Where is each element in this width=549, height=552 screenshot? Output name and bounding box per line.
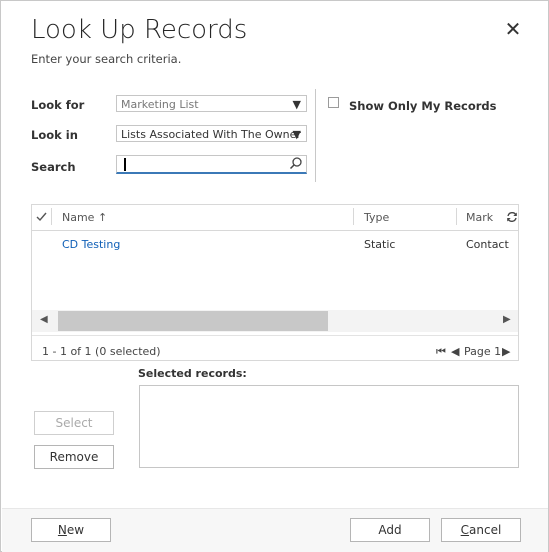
- new-button[interactable]: New: [31, 518, 111, 542]
- next-page-icon[interactable]: ▶: [502, 345, 510, 358]
- dialog-subtitle: Enter your search criteria.: [31, 52, 182, 66]
- column-divider: [456, 208, 457, 225]
- close-icon[interactable]: ✕: [503, 19, 523, 39]
- look-for-label: Look for: [31, 98, 85, 112]
- refresh-icon[interactable]: [506, 211, 518, 223]
- cancel-button-accesskey: C: [460, 523, 470, 537]
- column-divider: [51, 208, 52, 225]
- search-input[interactable]: [116, 155, 307, 174]
- scrollbar-thumb[interactable]: [58, 311, 328, 331]
- look-in-select[interactable]: Lists Associated With The Owner ▼: [116, 125, 307, 142]
- grid-footer: 1 - 1 of 1 (0 selected) ⏮ ◀ Page 1 ▶: [32, 335, 518, 361]
- sort-ascending-icon: ↑: [97, 211, 108, 224]
- cancel-button-label: ancel: [469, 523, 502, 537]
- search-label: Search: [31, 160, 76, 174]
- dialog-footer: New Add Cancel: [2, 508, 548, 552]
- page-indicator: Page 1: [464, 345, 502, 358]
- look-in-value: Lists Associated With The Owner: [121, 128, 301, 141]
- dropdown-arrow-icon: ▼: [292, 98, 301, 111]
- column-header-name-label: Name: [62, 211, 95, 224]
- cancel-button[interactable]: Cancel: [441, 518, 521, 542]
- remove-button[interactable]: Remove: [34, 445, 114, 469]
- row-mark: Contact: [466, 238, 509, 251]
- dropdown-arrow-icon: ▼: [292, 128, 301, 141]
- horizontal-scrollbar[interactable]: ◀ ▶: [32, 310, 518, 332]
- look-in-label: Look in: [31, 128, 78, 142]
- magnifier-icon[interactable]: [289, 156, 303, 172]
- checkmark-icon[interactable]: [36, 211, 47, 222]
- text-caret: [124, 158, 126, 171]
- grid-header: Name ↑ Type Mark: [32, 205, 518, 231]
- previous-page-icon[interactable]: ◀: [451, 345, 459, 358]
- show-only-my-records-checkbox[interactable]: [328, 97, 339, 108]
- column-header-name[interactable]: Name ↑: [62, 211, 107, 224]
- look-for-value: Marketing List: [121, 98, 199, 111]
- column-divider: [353, 208, 354, 225]
- scroll-right-icon[interactable]: ▶: [503, 314, 511, 325]
- select-button[interactable]: Select: [34, 411, 114, 435]
- selected-records-label: Selected records:: [138, 367, 247, 380]
- column-header-type[interactable]: Type: [364, 211, 389, 224]
- row-name-link[interactable]: CD Testing: [62, 238, 120, 251]
- row-type: Static: [364, 238, 396, 251]
- lookup-dialog: Look Up Records Enter your search criter…: [0, 0, 549, 552]
- new-button-label: ew: [66, 523, 85, 537]
- show-only-my-records-label: Show Only My Records: [349, 99, 497, 113]
- form-divider: [315, 89, 316, 182]
- add-button[interactable]: Add: [350, 518, 430, 542]
- record-count: 1 - 1 of 1 (0 selected): [42, 345, 161, 358]
- column-header-mark[interactable]: Mark: [466, 211, 493, 224]
- look-for-select[interactable]: Marketing List ▼: [116, 95, 307, 112]
- new-button-accesskey: N: [57, 523, 67, 537]
- results-grid: Name ↑ Type Mark CD Testing Static Conta…: [31, 204, 519, 361]
- dialog-title: Look Up Records: [31, 15, 248, 45]
- scroll-left-icon[interactable]: ◀: [40, 314, 48, 325]
- selected-records-list[interactable]: [139, 385, 519, 468]
- first-page-icon[interactable]: ⏮: [436, 345, 446, 359]
